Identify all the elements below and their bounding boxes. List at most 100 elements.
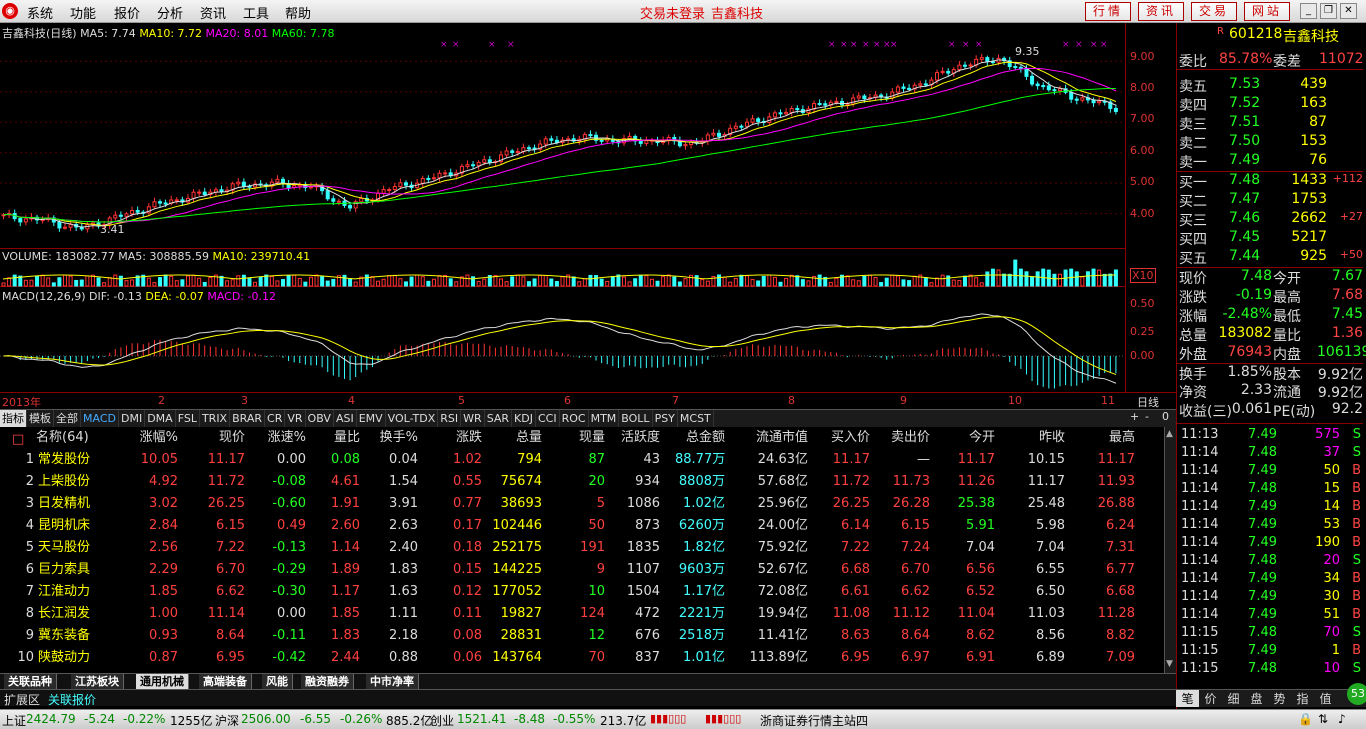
trade-login-status[interactable]: 交易未登录 bbox=[640, 3, 705, 22]
station-name[interactable]: 浙商证券行情主站四 bbox=[760, 712, 868, 729]
bid-row[interactable]: 买四 7.45 5217 bbox=[1177, 229, 1363, 248]
sheet-tab-general-machinery[interactable]: 通用机械 bbox=[136, 674, 189, 689]
table-scrollbar[interactable]: ▲ ▼ bbox=[1164, 427, 1176, 673]
news-button[interactable]: 资讯 bbox=[1138, 2, 1184, 21]
column-header[interactable]: 买入价 bbox=[820, 427, 870, 449]
ask-row[interactable]: 卖三 7.51 87 bbox=[1177, 114, 1363, 133]
tab-dma[interactable]: DMA bbox=[145, 410, 176, 427]
tab-mtm[interactable]: MTM bbox=[589, 410, 620, 427]
cy-index-name[interactable]: 创业 bbox=[430, 712, 454, 729]
stock-name-cell[interactable]: 陕鼓动力 bbox=[38, 647, 90, 669]
tab-asi[interactable]: ASI bbox=[334, 410, 357, 427]
column-header[interactable]: 涨幅% bbox=[133, 427, 178, 449]
stock-name-cell[interactable]: 日发精机 bbox=[38, 493, 90, 515]
scroll-up-icon[interactable]: ▲ bbox=[1166, 429, 1173, 439]
tab-detail[interactable]: 细 bbox=[1222, 690, 1245, 707]
column-header[interactable]: 涨速% bbox=[266, 427, 306, 449]
menu-info[interactable]: 资讯 bbox=[200, 3, 226, 22]
tab-obv[interactable]: OBV bbox=[306, 410, 334, 427]
tab-boll[interactable]: BOLL bbox=[619, 410, 653, 427]
stock-name-cell[interactable]: 天马股份 bbox=[38, 537, 90, 559]
column-header[interactable]: 卖出价 bbox=[880, 427, 930, 449]
tab-mcst[interactable]: MCST bbox=[678, 410, 714, 427]
menu-function[interactable]: 功能 bbox=[70, 3, 96, 22]
sound-icon[interactable]: ♪ bbox=[1338, 712, 1346, 726]
stock-name-cell[interactable]: 长江润发 bbox=[38, 603, 90, 625]
sheet-tab-margin[interactable]: 融资融券 bbox=[301, 674, 354, 689]
macd-panel[interactable]: MACD(12,26,9) DIF: -0.13 DEA: -0.07 MACD… bbox=[0, 287, 1125, 392]
sheet-tab-wind[interactable]: 风能 bbox=[262, 674, 293, 689]
column-header[interactable]: 总金额 bbox=[675, 427, 725, 449]
tab-emv[interactable]: EMV bbox=[357, 410, 386, 427]
column-header[interactable]: 量比 bbox=[325, 427, 360, 449]
menu-quote[interactable]: 报价 bbox=[114, 3, 140, 22]
column-header[interactable]: 总量 bbox=[492, 427, 542, 449]
tab-roc[interactable]: ROC bbox=[560, 410, 589, 427]
quotes-button[interactable]: 行情 bbox=[1085, 2, 1131, 21]
close-icon[interactable]: ✕ bbox=[1340, 3, 1357, 19]
tab-all[interactable]: 全部 bbox=[54, 410, 81, 427]
column-header[interactable]: 涨跌 bbox=[432, 427, 482, 449]
tab-kdj[interactable]: KDJ bbox=[512, 410, 536, 427]
sheet-tab-high-end[interactable]: 高端装备 bbox=[199, 674, 252, 689]
kline-panel[interactable]: 吉鑫科技(日线) MA5: 7.74 MA10: 7.72 MA20: 8.01… bbox=[0, 23, 1125, 249]
column-header[interactable]: 流通市值 bbox=[748, 427, 808, 449]
ask-row[interactable]: 卖二 7.50 153 bbox=[1177, 133, 1363, 152]
tab-trades[interactable]: 笔 bbox=[1176, 690, 1199, 707]
menu-tools[interactable]: 工具 bbox=[243, 3, 269, 22]
tab-value[interactable]: 值 bbox=[1314, 690, 1337, 707]
zoom-in-button[interactable]: + bbox=[1130, 410, 1139, 423]
sheet-tab-pb[interactable]: 中市净率 bbox=[366, 674, 419, 689]
kline-chart-svg[interactable]: × × × × × × × × × × × × × × × × × × bbox=[0, 23, 1125, 249]
stock-name-cell[interactable]: 巨力索具 bbox=[38, 559, 90, 581]
bid-row[interactable]: 买三 7.46 2662 +27 bbox=[1177, 210, 1363, 229]
select-all-checkbox[interactable]: □ bbox=[12, 429, 24, 451]
menu-help[interactable]: 帮助 bbox=[285, 3, 311, 22]
stock-name-cell[interactable]: 昆明机床 bbox=[38, 515, 90, 537]
bid-row[interactable]: 买一 7.48 1433 +112 bbox=[1177, 172, 1363, 191]
tab-sar[interactable]: SAR bbox=[485, 410, 513, 427]
tab-brar[interactable]: BRAR bbox=[230, 410, 266, 427]
tab-rsi[interactable]: RSI bbox=[438, 410, 462, 427]
sz-index-name[interactable]: 沪深 bbox=[215, 712, 239, 729]
tab-macd[interactable]: MACD bbox=[81, 410, 119, 427]
reset-button[interactable]: 0 bbox=[1162, 410, 1169, 423]
tab-cr[interactable]: CR bbox=[265, 410, 286, 427]
tab-vol-tdx[interactable]: VOL-TDX bbox=[386, 410, 439, 427]
column-header[interactable]: 今开 bbox=[940, 427, 995, 449]
stock-name-cell[interactable]: 冀东装备 bbox=[38, 625, 90, 647]
restore-icon[interactable]: ❐ bbox=[1320, 3, 1337, 19]
sheet-tab-jiangsu[interactable]: 江苏板块 bbox=[71, 674, 124, 689]
tab-psy[interactable]: PSY bbox=[653, 410, 678, 427]
related-quote-tab[interactable]: 关联报价 bbox=[48, 691, 96, 708]
column-header[interactable]: 换手% bbox=[378, 427, 418, 449]
column-header[interactable]: 现价 bbox=[205, 427, 245, 449]
trade-button[interactable]: 交易 bbox=[1191, 2, 1237, 21]
stock-name-cell[interactable]: 常发股份 bbox=[38, 449, 90, 471]
stock-name-cell[interactable]: 上柴股份 bbox=[38, 471, 90, 493]
menu-analysis[interactable]: 分析 bbox=[157, 3, 183, 22]
volume-chart-svg[interactable] bbox=[0, 249, 1125, 287]
tab-cci[interactable]: CCI bbox=[536, 410, 560, 427]
tab-indicator[interactable]: 指标 bbox=[0, 410, 27, 427]
timer-badge[interactable]: 53 bbox=[1347, 683, 1366, 705]
scroll-down-icon[interactable]: ▼ bbox=[1166, 659, 1173, 669]
tab-vr[interactable]: VR bbox=[285, 410, 306, 427]
column-header[interactable]: 名称(64) bbox=[36, 427, 89, 449]
column-header[interactable]: 最高 bbox=[1085, 427, 1135, 449]
column-header[interactable]: 现量 bbox=[565, 427, 605, 449]
stock-name-cell[interactable]: 江淮动力 bbox=[38, 581, 90, 603]
ask-row[interactable]: 卖四 7.52 163 bbox=[1177, 95, 1363, 114]
period-label[interactable]: 日线 bbox=[1137, 394, 1159, 410]
tab-index[interactable]: 指 bbox=[1291, 690, 1314, 707]
tab-trend[interactable]: 势 bbox=[1268, 690, 1291, 707]
tab-fsl[interactable]: FSL bbox=[176, 410, 200, 427]
minimize-icon[interactable]: _ bbox=[1300, 3, 1317, 19]
tab-template[interactable]: 模板 bbox=[27, 410, 54, 427]
sheet-tab-related[interactable]: 关联品种 bbox=[4, 674, 57, 689]
zoom-out-button[interactable]: - bbox=[1145, 410, 1149, 423]
tab-price[interactable]: 价 bbox=[1199, 690, 1222, 707]
bid-row[interactable]: 买五 7.44 925 +50 bbox=[1177, 248, 1363, 267]
ask-row[interactable]: 卖一 7.49 76 bbox=[1177, 152, 1363, 171]
menu-system[interactable]: 系统 bbox=[27, 3, 53, 22]
